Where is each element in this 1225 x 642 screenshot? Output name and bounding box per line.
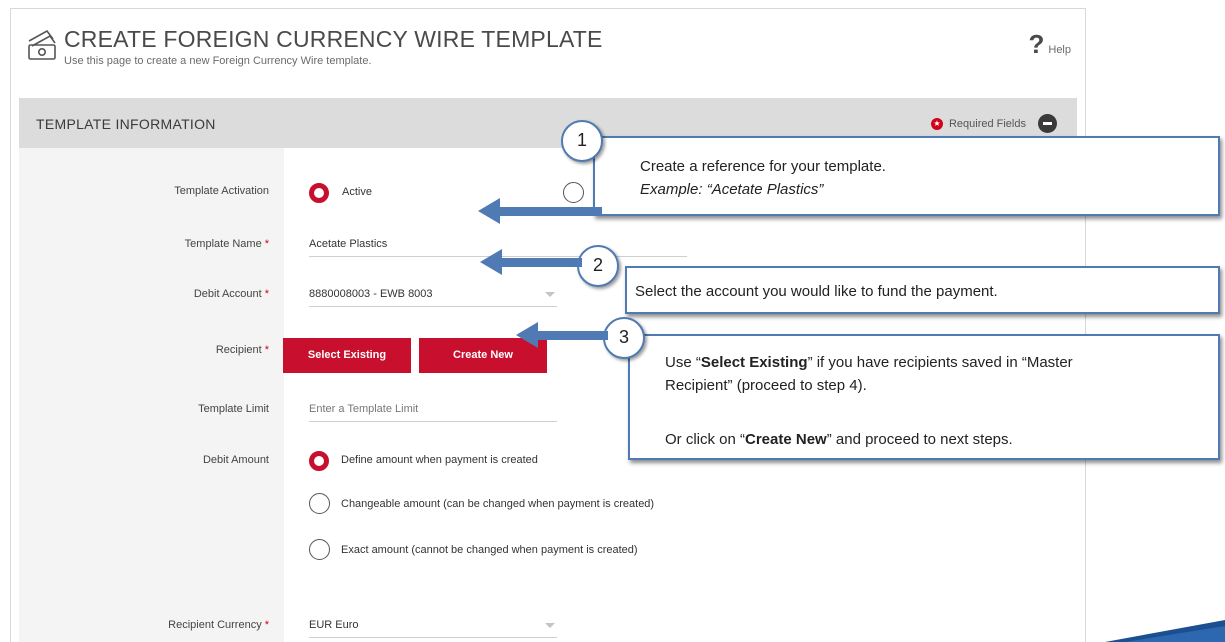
- required-fields-label: Required Fields: [948, 117, 1026, 130]
- debit-account-value: 8880008003 - EWB 8003: [309, 288, 433, 300]
- page-header: CREATE FOREIGN CURRENCY WIRE TEMPLATE Us…: [11, 9, 1085, 83]
- debit-amount-exact-radio[interactable]: [309, 539, 330, 560]
- debit-account-label: Debit Account *: [193, 288, 269, 300]
- callout-1-line1: Create a reference for your template.: [640, 158, 886, 175]
- callout-3-p1-bold: Select Existing: [700, 354, 808, 371]
- collapse-minus-icon[interactable]: [1038, 114, 1057, 133]
- callout-1-arrow: [498, 207, 602, 216]
- callout-2-box: Select the account you would like to fun…: [625, 266, 1220, 314]
- page-title: CREATE FOREIGN CURRENCY WIRE TEMPLATE: [64, 26, 603, 52]
- required-fields-legend: ★ Required Fields: [930, 114, 1057, 133]
- callout-1-number: 1: [561, 120, 603, 162]
- callout-2-number: 2: [577, 245, 619, 287]
- help-link[interactable]: ? Help: [1028, 31, 1071, 57]
- chevron-down-icon: [545, 292, 555, 297]
- callout-3-para1-line2: Recipient” (proceed to step 4).: [665, 377, 867, 394]
- callout-3-p2-bold: Create New: [745, 431, 827, 448]
- callout-1-arrow-head: [478, 198, 500, 224]
- callout-2-arrow: [500, 258, 582, 267]
- required-star-icon: ★: [930, 117, 943, 130]
- app-window: CREATE FOREIGN CURRENCY WIRE TEMPLATE Us…: [10, 8, 1086, 642]
- section-title: TEMPLATE INFORMATION: [36, 116, 216, 132]
- callout-3-p1-post: ” if you have recipients saved in “Maste…: [807, 354, 1073, 371]
- callout-3-number: 3: [603, 317, 645, 359]
- chevron-down-icon: [545, 623, 555, 628]
- debit-account-dropdown[interactable]: 8880008003 - EWB 8003: [309, 281, 557, 307]
- recipient-currency-label: Recipient Currency *: [168, 619, 269, 631]
- debit-amount-label: Debit Amount: [202, 454, 269, 466]
- callout-3-box: Use “Select Existing” if you have recipi…: [628, 334, 1220, 460]
- callout-1-line2: Example: “Acetate Plastics”: [640, 181, 824, 198]
- help-question-icon: ?: [1028, 29, 1045, 59]
- callout-3-para1-line1: Use “Select Existing” if you have recipi…: [665, 354, 1073, 371]
- template-limit-input[interactable]: Enter a Template Limit: [309, 396, 557, 422]
- debit-amount-define-radio[interactable]: [309, 451, 329, 471]
- help-label: Help: [1048, 44, 1071, 56]
- screenshot-root: CREATE FOREIGN CURRENCY WIRE TEMPLATE Us…: [0, 0, 1225, 642]
- template-name-label: Template Name *: [184, 238, 269, 250]
- recipient-currency-dropdown[interactable]: EUR Euro: [309, 612, 557, 638]
- wire-transfer-icon: [28, 29, 56, 60]
- callout-2-arrow-head: [480, 249, 502, 275]
- callout-3-para2: Or click on “Create New” and proceed to …: [665, 431, 1013, 448]
- callout-2-text: Select the account you would like to fun…: [635, 283, 998, 300]
- activation-active-radio[interactable]: [309, 183, 329, 203]
- debit-amount-define-label: Define amount when payment is created: [341, 454, 538, 466]
- select-existing-button[interactable]: Select Existing: [283, 338, 411, 373]
- callout-3-arrow: [536, 331, 608, 340]
- callout-3-p2-post: ” and proceed to next steps.: [826, 431, 1013, 448]
- activation-inactive-radio[interactable]: [563, 182, 584, 203]
- callout-3-arrow-head: [516, 322, 538, 348]
- debit-amount-changeable-radio[interactable]: [309, 493, 330, 514]
- recipient-label: Recipient *: [215, 344, 269, 356]
- callout-3-p2-pre: Or click on “: [665, 431, 746, 448]
- page-subtitle: Use this page to create a new Foreign Cu…: [64, 55, 372, 67]
- recipient-currency-value: EUR Euro: [309, 619, 359, 631]
- template-activation-label: Template Activation: [174, 185, 269, 197]
- debit-amount-changeable-label: Changeable amount (can be changed when p…: [341, 498, 655, 510]
- callout-1-box: Create a reference for your template. Ex…: [593, 136, 1220, 216]
- activation-active-label: Active: [342, 186, 372, 198]
- debit-amount-exact-label: Exact amount (cannot be changed when pay…: [341, 544, 638, 556]
- template-limit-label: Template Limit: [198, 403, 269, 415]
- decorative-swoosh: [1105, 620, 1225, 642]
- callout-3-p1-pre: Use “: [665, 354, 701, 371]
